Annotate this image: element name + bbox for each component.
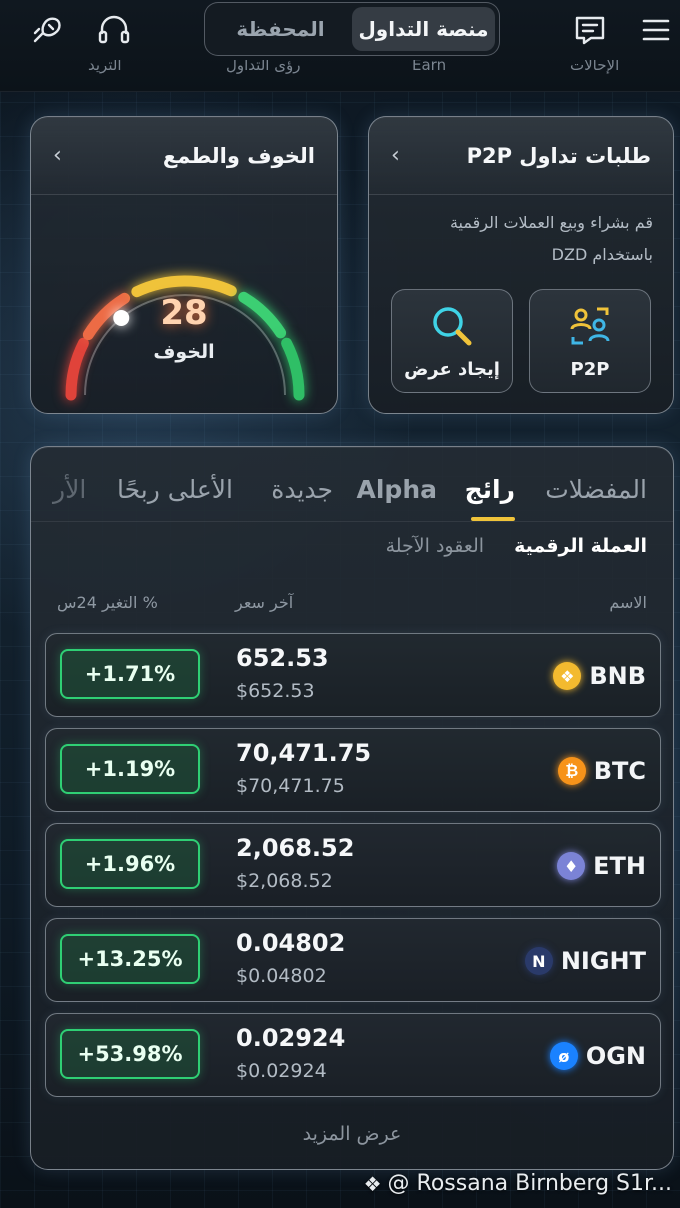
binance-logo-icon: ❖ [363, 1171, 382, 1196]
p2p-description: قم بشراء وبيع العملات الرقمية باستخدام D… [393, 207, 653, 271]
tab-trending[interactable]: رائج [465, 475, 515, 504]
p2p-description-line: قم بشراء وبيع العملات الرقمية [449, 213, 653, 232]
last-price-usd: $0.04802 [236, 965, 327, 987]
coin-symbol: OGN [585, 1042, 646, 1070]
sub-navigation: التريد رؤى التداول Earn الإحالات [0, 60, 680, 80]
column-header-price: آخر سعر [235, 593, 294, 612]
subtab-spot[interactable]: العملة الرقمية [514, 535, 647, 557]
subnav-item[interactable]: رؤى التداول [226, 60, 300, 74]
subnav-item[interactable]: Earn [412, 60, 446, 74]
market-row[interactable]: +1.96% 2,068.52 $2,068.52 ♦ ETH [45, 823, 661, 907]
market-row[interactable]: +1.19% 70,471.75 $70,471.75 ₿ BTC [45, 728, 661, 812]
tab-favorites[interactable]: المفضلات [545, 475, 647, 504]
btc-coin-icon: ₿ [557, 757, 586, 785]
find-offer-button[interactable]: إيجاد عرض [391, 289, 513, 393]
change-badge: +13.25% [60, 934, 200, 984]
last-price: 70,471.75 [236, 739, 372, 767]
coin-cell: N NIGHT [524, 919, 646, 1003]
p2p-header[interactable]: ‹ طلبات تداول P2P [369, 117, 673, 195]
p2p-description-line: باستخدام DZD [551, 245, 653, 264]
p2p-button[interactable]: P2P [529, 289, 651, 393]
p2p-card[interactable]: ‹ طلبات تداول P2P قم بشراء وبيع العملات … [368, 116, 674, 414]
watermark-text: @ Rossana Birnberg S1r... [387, 1171, 672, 1196]
p2p-title: طلبات تداول P2P [466, 143, 651, 168]
market-panel: المفضلات رائج Alpha جديدة الأعلى ربحًا ا… [30, 446, 674, 1170]
market-subtabs: العملة الرقمية العقود الآجلة [386, 535, 647, 557]
column-header-change[interactable]: % التغير 24س [57, 593, 158, 612]
coin-symbol: BTC [593, 757, 646, 785]
coin-symbol: BNB [589, 662, 646, 690]
top-bar: المحفظة منصة التداول التريد رؤى التداول … [0, 0, 680, 92]
coin-cell: ❖ BNB [553, 634, 646, 718]
eth-coin-icon: ♦ [557, 852, 586, 880]
coin-symbol: NIGHT [560, 947, 646, 975]
show-more-link[interactable]: عرض المزيد [31, 1123, 673, 1145]
bnb-coin-icon: ❖ [553, 662, 582, 690]
coin-cell: ₿ BTC [557, 729, 646, 813]
last-price-usd: $70,471.75 [236, 775, 345, 797]
chevron-left-icon: ‹ [391, 143, 400, 168]
watermark: ❖ @ Rossana Birnberg S1r... [364, 1171, 672, 1196]
menu-icon[interactable] [636, 10, 676, 50]
subnav-item[interactable]: التريد [88, 60, 122, 74]
tab-alpha[interactable]: Alpha [357, 475, 437, 504]
find-offer-label: إيجاد عرض [404, 358, 500, 380]
ogn-coin-icon: ø [549, 1042, 578, 1070]
fear-greed-value: 28 [160, 293, 208, 333]
referral-icon[interactable] [28, 10, 68, 50]
main-segment-control: المحفظة منصة التداول [204, 2, 500, 56]
chat-icon[interactable] [570, 10, 610, 50]
fear-greed-header[interactable]: ‹ الخوف والطمع [31, 117, 337, 195]
tab-more[interactable]: الأر [53, 475, 86, 504]
gauge-segment-neutral [131, 275, 237, 298]
market-row[interactable]: +53.98% 0.02924 $0.02924 ø OGN [45, 1013, 661, 1097]
tab-top-gainers[interactable]: الأعلى ربحًا [117, 475, 233, 504]
headset-icon[interactable] [94, 10, 134, 50]
coin-symbol: ETH [593, 852, 646, 880]
tabs-divider [31, 521, 673, 522]
tab-new[interactable]: جديدة [271, 475, 333, 504]
market-tabs: المفضلات رائج Alpha جديدة الأعلى ربحًا ا… [31, 469, 673, 527]
chevron-left-icon: ‹ [53, 143, 62, 168]
change-badge: +1.19% [60, 744, 200, 794]
market-row[interactable]: +13.25% 0.04802 $0.04802 N NIGHT [45, 918, 661, 1002]
tab-exchange[interactable]: منصة التداول [352, 7, 495, 51]
p2p-label: P2P [570, 358, 610, 380]
last-price: 0.02924 [236, 1024, 346, 1052]
last-price: 652.53 [236, 644, 329, 672]
last-price-usd: $0.02924 [236, 1060, 327, 1082]
last-price-usd: $652.53 [236, 680, 315, 702]
change-badge: +1.71% [60, 649, 200, 699]
change-badge: +53.98% [60, 1029, 200, 1079]
p2p-users-icon [570, 307, 610, 344]
coin-cell: ø OGN [549, 1014, 646, 1098]
subtab-futures[interactable]: العقود الآجلة [386, 535, 485, 557]
change-badge: +1.96% [60, 839, 200, 889]
subnav-item[interactable]: الإحالات [570, 60, 619, 74]
fear-greed-card[interactable]: ‹ الخوف والطمع 28 الخوف [30, 116, 338, 414]
tab-wallet[interactable]: المحفظة [209, 7, 352, 51]
column-header-name: الاسم [609, 593, 647, 612]
coin-cell: ♦ ETH [557, 824, 646, 908]
last-price: 0.04802 [236, 929, 346, 957]
fear-greed-label: الخوف [153, 341, 215, 363]
market-row[interactable]: +1.71% 652.53 $652.53 ❖ BNB [45, 633, 661, 717]
fear-greed-title: الخوف والطمع [162, 143, 315, 168]
search-icon [433, 306, 472, 345]
night-coin-icon: N [524, 947, 553, 975]
last-price: 2,068.52 [236, 834, 355, 862]
last-price-usd: $2,068.52 [236, 870, 333, 892]
